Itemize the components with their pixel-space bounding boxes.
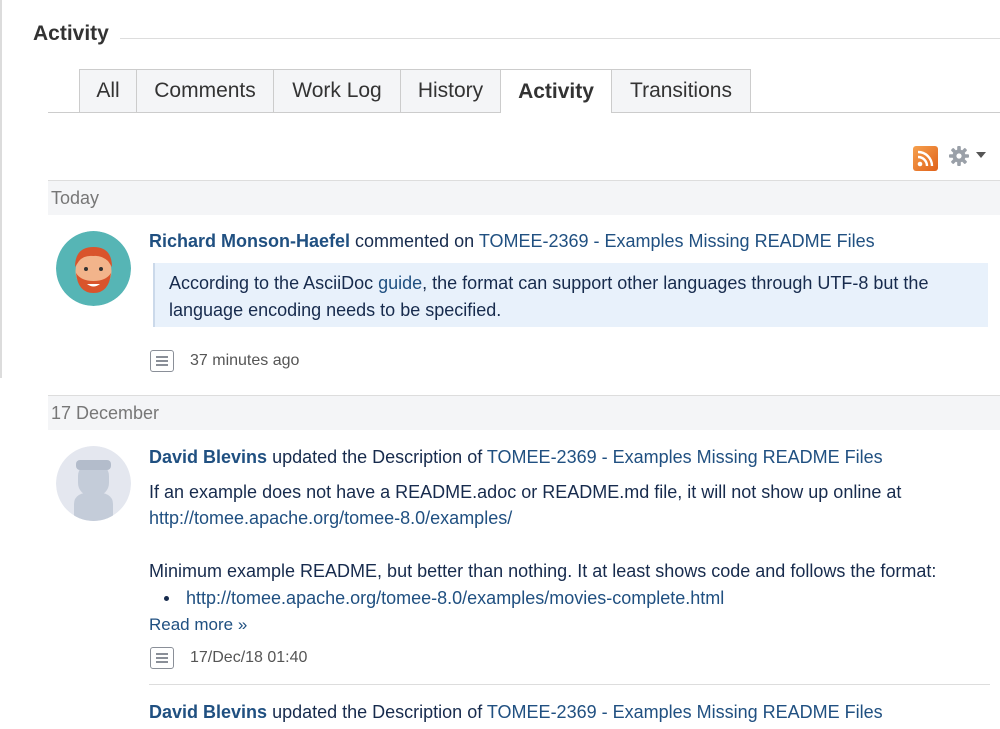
comment-body: According to the AsciiDoc guide, the for… — [153, 263, 988, 327]
author-link[interactable]: David Blevins — [149, 447, 267, 467]
tab-transitions[interactable]: Transitions — [612, 69, 751, 112]
chevron-down-icon — [976, 152, 986, 158]
comment-text: , the format can support other languages… — [422, 273, 929, 293]
activity-action: commented on — [355, 231, 475, 251]
issue-link[interactable]: TOMEE-2369 - Examples Missing README Fil… — [487, 447, 883, 467]
left-border — [0, 0, 2, 378]
author-link[interactable]: David Blevins — [149, 702, 267, 722]
description-text: If an example does not have a README.ado… — [149, 482, 902, 502]
issue-link[interactable]: TOMEE-2369 - Examples Missing README Fil… — [487, 702, 883, 722]
user-avatar-icon — [56, 231, 131, 306]
tab-history[interactable]: History — [401, 69, 501, 112]
date-label: Today — [51, 187, 100, 208]
list-item: http://tomee.apache.org/tomee-8.0/exampl… — [186, 588, 724, 609]
timestamp[interactable]: 37 minutes ago — [190, 352, 299, 370]
rss-glyph-icon — [917, 150, 934, 167]
tab-comments[interactable]: Comments — [137, 69, 274, 112]
date-group-header: Today — [48, 180, 1000, 215]
entry-divider — [149, 684, 990, 685]
url-text[interactable]: http://tomee.apache.org/tomee-8.0/exampl… — [149, 508, 512, 528]
activity-heading: David Blevins updated the Description of… — [149, 702, 883, 723]
avatar[interactable] — [56, 446, 131, 521]
comment-icon — [150, 647, 174, 669]
tab-all[interactable]: All — [79, 69, 137, 112]
activity-heading: Richard Monson-Haefel commented on TOMEE… — [149, 231, 875, 252]
date-label: 17 December — [51, 402, 160, 423]
examples-url-link[interactable]: http://tomee.apache.org/tomee-8.0/exampl… — [149, 508, 512, 529]
gear-icon — [949, 146, 986, 166]
tab-work-log[interactable]: Work Log — [274, 69, 401, 112]
activity-action: updated the Description of — [272, 702, 483, 722]
avatar[interactable] — [56, 231, 131, 306]
date-group-header: 17 December — [48, 395, 1000, 430]
comment-text: language encoding needs to be specified. — [169, 300, 502, 320]
title-divider — [120, 38, 1000, 39]
comment-icon — [150, 350, 174, 372]
read-more-link[interactable]: Read more » — [149, 615, 247, 635]
activity-action: updated the Description of — [272, 447, 483, 467]
tab-activity[interactable]: Activity — [501, 69, 612, 113]
description-text: Minimum example README, but better than … — [149, 561, 937, 581]
comment-text: According to the AsciiDoc — [169, 273, 379, 293]
settings-dropdown-button[interactable] — [948, 146, 990, 168]
movies-complete-link[interactable]: http://tomee.apache.org/tomee-8.0/exampl… — [186, 588, 724, 608]
list-bullet — [164, 596, 169, 601]
guide-link[interactable]: guide — [378, 273, 422, 293]
rss-feed-icon[interactable] — [913, 146, 938, 171]
section-title: Activity — [33, 22, 109, 45]
author-link[interactable]: Richard Monson-Haefel — [149, 231, 350, 251]
issue-link[interactable]: TOMEE-2369 - Examples Missing README Fil… — [479, 231, 875, 251]
activity-heading: David Blevins updated the Description of… — [149, 447, 883, 468]
timestamp[interactable]: 17/Dec/18 01:40 — [190, 649, 307, 667]
default-avatar-icon — [56, 446, 131, 521]
